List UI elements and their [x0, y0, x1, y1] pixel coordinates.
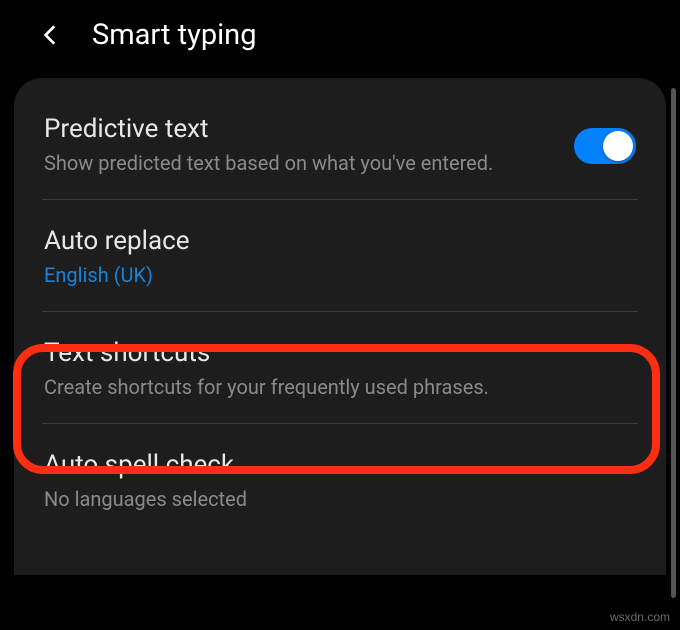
- setting-text-shortcuts[interactable]: Text shortcuts Create shortcuts for your…: [14, 312, 666, 423]
- back-icon[interactable]: [38, 22, 64, 48]
- predictive-text-toggle[interactable]: [574, 128, 636, 164]
- watermark: wsxdn.com: [610, 610, 670, 624]
- setting-text-block: Auto replace English (UK): [44, 226, 636, 289]
- setting-subtitle: Create shortcuts for your frequently use…: [44, 374, 636, 401]
- header: Smart typing: [0, 0, 680, 70]
- setting-text-block: Predictive text Show predicted text base…: [44, 114, 554, 177]
- settings-panel: Predictive text Show predicted text base…: [14, 78, 666, 575]
- setting-text-block: Text shortcuts Create shortcuts for your…: [44, 338, 636, 401]
- setting-subtitle: Show predicted text based on what you've…: [44, 150, 554, 177]
- setting-title: Auto spell check: [44, 450, 636, 480]
- setting-title: Predictive text: [44, 114, 554, 144]
- setting-text-block: Auto spell check No languages selected: [44, 450, 636, 513]
- setting-predictive-text[interactable]: Predictive text Show predicted text base…: [14, 78, 666, 199]
- setting-auto-replace[interactable]: Auto replace English (UK): [14, 200, 666, 311]
- scrollbar[interactable]: [671, 88, 676, 598]
- setting-auto-spell-check[interactable]: Auto spell check No languages selected: [14, 424, 666, 535]
- setting-title: Auto replace: [44, 226, 636, 256]
- setting-title: Text shortcuts: [44, 338, 636, 368]
- setting-subtitle: English (UK): [44, 262, 636, 289]
- setting-subtitle: No languages selected: [44, 486, 636, 513]
- page-title: Smart typing: [92, 18, 256, 52]
